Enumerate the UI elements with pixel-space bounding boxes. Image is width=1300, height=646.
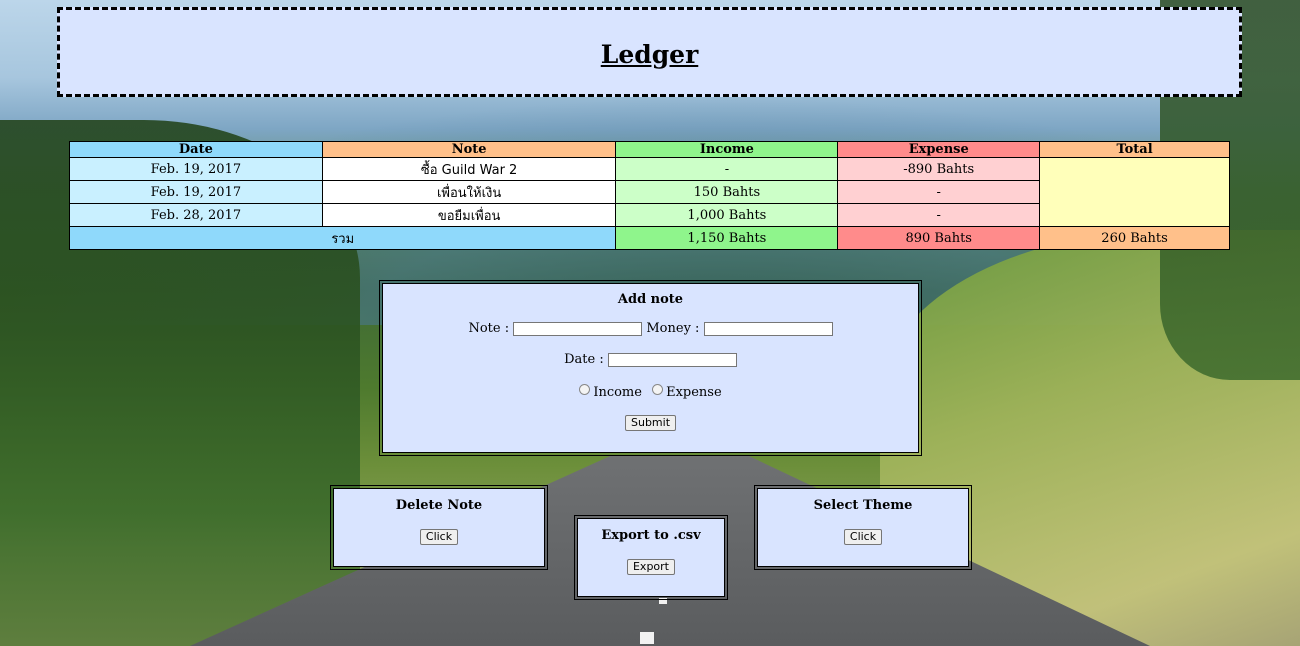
select-theme-button[interactable]: Click <box>843 529 883 545</box>
export-button[interactable]: Export <box>626 559 675 575</box>
cell-date: Feb. 28, 2017 <box>69 203 323 227</box>
income-radio[interactable] <box>579 384 591 395</box>
cell-note: ซื้อ Guild War 2 <box>321 157 617 181</box>
column-header-total: Total <box>1039 141 1230 158</box>
cell-date: Feb. 19, 2017 <box>69 157 323 181</box>
column-header-note: Note <box>321 141 617 158</box>
summary-income: 1,150 Bahts <box>615 226 839 250</box>
column-header-expense: Expense <box>837 141 1041 158</box>
cell-expense: -890 Bahts <box>837 157 1041 181</box>
export-csv-title: Export to .csv <box>601 528 701 543</box>
cell-note: ขอยืมเพื่อน <box>321 203 617 227</box>
cell-income: - <box>615 157 839 181</box>
road-marking <box>640 632 654 644</box>
export-csv-panel: Export to .csv Export <box>574 515 728 600</box>
money-input[interactable] <box>703 321 833 336</box>
cell-note: เพื่อนให้เงิน <box>321 180 617 204</box>
table-row: Feb. 19, 2017 ซื้อ Guild War 2 - -890 Ba… <box>69 157 1230 227</box>
type-radio-row: Income Expense <box>383 384 918 400</box>
column-header-income: Income <box>615 141 839 158</box>
page-header: Ledger <box>57 7 1242 97</box>
table-summary-row: รวม 1,150 Bahts 890 Bahts 260 Bahts <box>68 226 1230 250</box>
add-note-panel: Add note Note : Money : Date : Income Ex… <box>379 280 922 456</box>
submit-row: Submit <box>383 415 918 431</box>
date-label: Date : <box>564 352 604 367</box>
delete-note-button[interactable]: Click <box>419 529 459 545</box>
money-label: Money : <box>646 321 700 336</box>
cell-expense: - <box>837 203 1041 227</box>
expense-radio-label: Expense <box>666 385 722 400</box>
delete-note-title: Delete Note <box>395 498 483 513</box>
cell-total-blank <box>1039 157 1230 227</box>
delete-note-panel: Delete Note Click <box>330 485 548 570</box>
cell-date: Feb. 19, 2017 <box>69 180 323 204</box>
date-row: Date : <box>383 352 918 367</box>
add-note-title: Add note <box>617 292 684 307</box>
summary-expense: 890 Bahts <box>837 226 1041 250</box>
page-title: Ledger <box>600 40 699 69</box>
cell-expense: - <box>837 180 1041 204</box>
cell-income: 150 Bahts <box>615 180 839 204</box>
ledger-table: Date Note Income Expense Total Feb. 19, … <box>68 141 1230 250</box>
submit-button[interactable]: Submit <box>624 415 677 431</box>
cell-income: 1,000 Bahts <box>615 203 839 227</box>
income-radio-label: Income <box>593 385 642 400</box>
note-label: Note : <box>468 321 510 336</box>
select-theme-panel: Select Theme Click <box>754 485 972 570</box>
column-header-date: Date <box>69 141 323 158</box>
expense-radio[interactable] <box>652 384 664 395</box>
select-theme-title: Select Theme <box>813 498 913 513</box>
note-input[interactable] <box>513 321 643 336</box>
summary-total: 260 Bahts <box>1039 226 1230 250</box>
date-input[interactable] <box>607 352 737 367</box>
note-money-row: Note : Money : <box>383 321 918 336</box>
table-header-row: Date Note Income Expense Total <box>69 141 1230 158</box>
background-hill <box>880 230 1300 646</box>
road-marking <box>659 598 667 604</box>
summary-label: รวม <box>68 226 617 250</box>
